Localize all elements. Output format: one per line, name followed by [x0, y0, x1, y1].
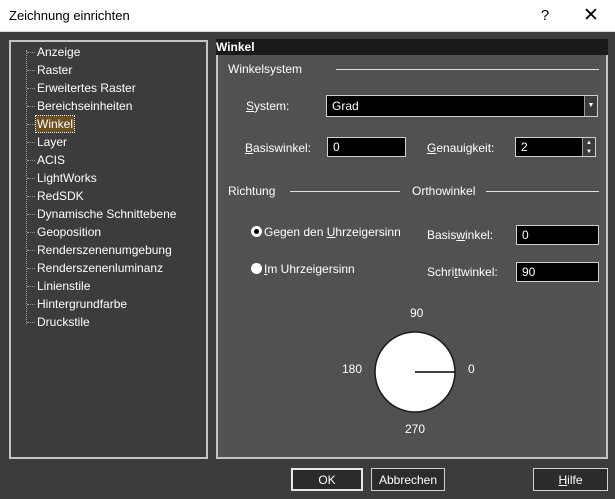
ccw-label[interactable]: Gegen den Uhrzeigersinn [264, 225, 401, 239]
step-angle-label: Schrittwinkel: [427, 265, 498, 279]
tree-connector [27, 286, 35, 287]
system-dropdown-value: Grad [332, 99, 359, 113]
angle-dial[interactable] [373, 330, 457, 414]
angle-settings-panel: Winkelsystem System: Grad ▼ Basiswinkel:… [216, 55, 608, 459]
tree-connector [27, 178, 35, 179]
tree-connector [27, 70, 35, 71]
tree-connector [27, 232, 35, 233]
title-bar: Zeichnung einrichten ? ✕ [0, 0, 615, 32]
tree-connector [27, 106, 35, 107]
tree-connector [27, 52, 35, 53]
system-label: System: [246, 99, 290, 113]
ortho-base-angle-label: Basiswinkel: [427, 228, 494, 242]
tree-item-label: Raster [37, 63, 73, 77]
direction-section-label: Richtung [228, 184, 276, 198]
tree-item-label: LightWorks [37, 171, 97, 185]
spin-down-icon[interactable]: ▼ [583, 147, 595, 156]
tree-guide-line [26, 50, 27, 324]
tree-item-label: Bereichseinheiten [37, 99, 133, 113]
tree-connector [27, 322, 35, 323]
direction-separator [290, 191, 400, 192]
dial-label-90: 90 [410, 306, 424, 320]
settings-tree[interactable]: Anzeige Raster Erweitertes Raster Bereichse… [9, 40, 208, 459]
step-angle-input[interactable]: 90 [516, 262, 599, 282]
ccw-radio[interactable] [251, 226, 262, 237]
dial-label-0: 0 [468, 362, 475, 376]
system-dropdown[interactable]: Grad ▼ [326, 95, 598, 117]
cancel-button[interactable]: Abbrechen [371, 468, 445, 491]
spin-up-icon[interactable]: ▲ [583, 138, 595, 147]
tree-item-label: Linienstile [37, 279, 91, 293]
precision-label: Genauigkeit: [427, 141, 495, 155]
angle-system-section-label: Winkelsystem [228, 62, 303, 76]
base-angle-label: Basiswinkel: [245, 141, 312, 155]
close-icon[interactable]: ✕ [568, 0, 614, 31]
precision-stepper[interactable]: 2 ▲ ▼ [515, 137, 596, 157]
cw-label[interactable]: Im Uhrzeigersinn [264, 262, 355, 276]
tree-item-label: Hintergrundfarbe [37, 297, 128, 311]
tree-connector [27, 304, 35, 305]
tree-item-label: Winkel [34, 115, 76, 133]
tree-item-label: ACIS [37, 153, 66, 167]
tree-item-label: RedSDK [37, 189, 84, 203]
tree-connector [27, 88, 35, 89]
angle-system-separator [336, 69, 599, 70]
ortho-separator [486, 191, 599, 192]
tree-connector [27, 214, 35, 215]
tree-connector [27, 142, 35, 143]
tree-connector [27, 160, 35, 161]
dial-label-270: 270 [405, 422, 426, 436]
ok-button[interactable]: OK [291, 468, 363, 491]
tree-item-label: Druckstile [37, 315, 90, 329]
tree-item-label: Dynamische Schnittebene [37, 207, 177, 221]
precision-spin-buttons[interactable]: ▲ ▼ [582, 138, 595, 156]
tree-connector [27, 250, 35, 251]
tree-item-label: Renderszenenumgebung [37, 243, 172, 257]
tree-connector [27, 268, 35, 269]
help-button[interactable]: Hilfe [533, 468, 608, 491]
tree-item-label: Anzeige [37, 45, 81, 59]
tree-item-label: Layer [37, 135, 68, 149]
tree-item-label: Erweitertes Raster [37, 81, 136, 95]
help-icon[interactable]: ? [522, 0, 568, 31]
tree-item-label: Geoposition [37, 225, 102, 239]
dial-label-180: 180 [342, 362, 363, 376]
base-angle-input[interactable]: 0 [327, 137, 406, 157]
page-title: Winkel [216, 39, 608, 55]
tree-connector [27, 196, 35, 197]
ortho-section-label: Orthowinkel [412, 184, 476, 198]
cw-radio[interactable] [251, 263, 262, 274]
tree-item-label: Renderszenenluminanz [37, 261, 164, 275]
tree-connector [27, 124, 35, 125]
ortho-base-angle-input[interactable]: 0 [516, 225, 599, 245]
precision-value: 2 [521, 140, 528, 154]
chevron-down-icon[interactable]: ▼ [584, 96, 597, 116]
window-title: Zeichnung einrichten [9, 8, 130, 23]
